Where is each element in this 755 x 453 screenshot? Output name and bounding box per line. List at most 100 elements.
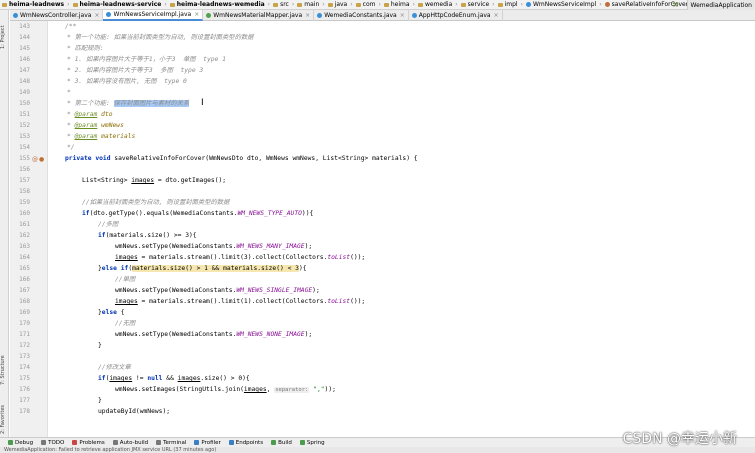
tool-window-button[interactable]: Terminal (156, 440, 186, 446)
close-icon[interactable]: × (494, 12, 499, 19)
tool-label: Debug (15, 439, 34, 446)
breadcrumb-item[interactable]: heima-leadnews-service (71, 0, 164, 9)
editor-tab[interactable]: WmNewsMaterialMapper.java × (203, 10, 315, 21)
project-tool-button[interactable]: 1: Project (0, 22, 9, 52)
favorites-tool-button[interactable]: 2: Favorites (0, 400, 9, 438)
run-config-selector[interactable]: WemediaApplication (686, 0, 755, 10)
line-number: 148 (19, 78, 30, 85)
folder-icon (383, 2, 389, 7)
tool-window-button[interactable]: Build (271, 440, 292, 446)
breadcrumb-item[interactable]: impl (496, 0, 520, 9)
breadcrumb-item[interactable]: main (295, 0, 321, 9)
breadcrumb-label: service (467, 1, 490, 8)
line-number: 149 (19, 89, 30, 96)
class-icon (106, 12, 112, 17)
left-tool-strip: 1: Project 7: Structure 2: Favorites (0, 10, 9, 438)
structure-tool-button[interactable]: 7: Structure (0, 350, 9, 390)
tool-label: Terminal (163, 439, 187, 446)
tool-label: Spring (306, 439, 325, 446)
selected-text: 保存封面图片与素材的关系 (113, 100, 190, 107)
code-line-155: private void saveRelativeInfoForCover(Wm… (65, 155, 418, 162)
parameter-hint: separator: (274, 387, 310, 393)
editor-tab[interactable]: WmNewsServiceImpl.java × (103, 10, 204, 21)
folder-icon (497, 2, 503, 7)
breadcrumb-item[interactable]: heima (382, 0, 412, 9)
folder-icon (72, 2, 78, 7)
tool-label: Auto-build (119, 439, 149, 446)
interface-icon (206, 13, 212, 18)
line-number: 160 (19, 210, 30, 217)
close-icon[interactable]: × (400, 12, 405, 19)
code-line-165: }else if(materials.size() > 1 && materia… (98, 265, 307, 272)
method-icon (604, 2, 610, 7)
breadcrumb-item[interactable]: WmNewsServiceImpl (524, 0, 598, 9)
editor-tab[interactable]: WmNewsController.java × (10, 10, 104, 21)
breadcrumb-label: heima (390, 1, 410, 8)
code-line-147: * 2. 如果内容图片大于等于3 多图 type 3 (67, 67, 204, 74)
editor-tab[interactable]: AppHttpCodeEnum.java × (409, 10, 503, 21)
tool-label: Profiler (201, 439, 221, 446)
code-line-149: * (67, 89, 71, 96)
class-icon (411, 13, 417, 18)
line-number: 167 (19, 287, 30, 294)
code-line-146: * 1. 如果内容图片大于等于1，小于3 单图 type 1 (67, 56, 226, 63)
tool-window-button[interactable]: Auto-build (112, 439, 149, 446)
breadcrumb: heima-leadnews › heima-leadnews-service › he… (0, 0, 755, 10)
code-line-151: * @param dto (67, 111, 113, 118)
folder-icon (460, 2, 466, 7)
code-line-144: * 第一个功能: 如果当前封面类型为自动, 则设置封面类型的数据 (67, 34, 254, 41)
code-editor[interactable]: /** * 第一个功能: 如果当前封面类型为自动, 则设置封面类型的数据 * 匹… (49, 21, 755, 437)
tool-window-button[interactable]: Problems (72, 439, 105, 446)
code-line-166: //单图 (115, 276, 136, 283)
close-icon[interactable]: × (305, 12, 310, 19)
text-cursor-icon: I (201, 98, 204, 108)
folder-icon (2, 2, 7, 7)
line-number: 176 (19, 386, 30, 393)
breadcrumb-item[interactable]: src (271, 0, 291, 9)
code-line-171: wmNews.setType(WemediaConstants.WM_NEWS_… (115, 331, 313, 338)
breadcrumb-item[interactable]: com (354, 0, 378, 9)
breadcrumb-item[interactable]: service (459, 0, 492, 9)
breadcrumb-label: wemedia (424, 1, 453, 8)
method-marker-icon[interactable]: ● (39, 156, 46, 163)
code-line-168: images = materials.stream().limit(1).col… (115, 298, 366, 305)
code-line-178: updateById(wmNews); (98, 408, 171, 415)
code-line-157: List<String> images = dto.getImages(); (82, 177, 227, 184)
breadcrumb-item[interactable]: java (326, 0, 350, 9)
close-icon[interactable]: × (194, 11, 199, 18)
editor-tab[interactable]: WemediaConstants.java × (314, 10, 409, 21)
tab-label: WmNewsMaterialMapper.java (213, 12, 303, 19)
watermark: CSDN @幸运小新 (622, 431, 737, 447)
toolbar-right: ⚒ WemediaApplication (672, 0, 755, 10)
tab-label: WmNewsServiceImpl.java (113, 11, 192, 18)
tool-window-button[interactable]: TODO (41, 440, 64, 446)
breadcrumb-item[interactable]: wemedia (416, 0, 454, 9)
code-line-164: images = materials.stream().limit(3).col… (115, 254, 366, 261)
breadcrumb-item[interactable]: heima-leadnews (0, 0, 66, 9)
tool-window-button[interactable]: Spring (299, 439, 325, 446)
tab-label: WemediaConstants.java (324, 12, 397, 19)
tool-window-button[interactable]: Debug (8, 440, 33, 446)
tool-window-button[interactable]: Endpoints (228, 440, 263, 446)
code-line-172: } (98, 342, 102, 349)
line-number: 151 (19, 111, 30, 118)
close-icon[interactable]: × (94, 12, 99, 19)
line-number: 178 (19, 408, 30, 415)
code-line-148: * 3. 如果内容没有图片, 无图 type 0 (67, 78, 187, 85)
line-number: 150 (19, 100, 30, 107)
breadcrumb-item[interactable]: heima-leadnews-wemedia (168, 0, 267, 9)
folder-icon (417, 2, 423, 7)
tool-label: Problems (79, 439, 105, 446)
override-marker-icon[interactable]: @ (32, 156, 39, 163)
line-number: 169 (19, 309, 30, 316)
editor-gutter[interactable]: @ ● 143 144 145 146 147 148 149 150 151 152 153 154… (10, 21, 48, 437)
build-hammer-icon[interactable]: ⚒ (672, 1, 678, 9)
endpoints-icon (228, 440, 234, 445)
breadcrumb-label: com (362, 1, 376, 8)
line-number: 147 (19, 67, 30, 74)
folder-icon (327, 2, 333, 7)
class-icon (525, 2, 531, 7)
tool-window-button[interactable]: Profiler (194, 439, 221, 446)
code-line-153: * @param materials (67, 133, 136, 140)
code-line-159: //如果当前封面类型为自动, 则设置封面类型的数据 (82, 199, 230, 206)
